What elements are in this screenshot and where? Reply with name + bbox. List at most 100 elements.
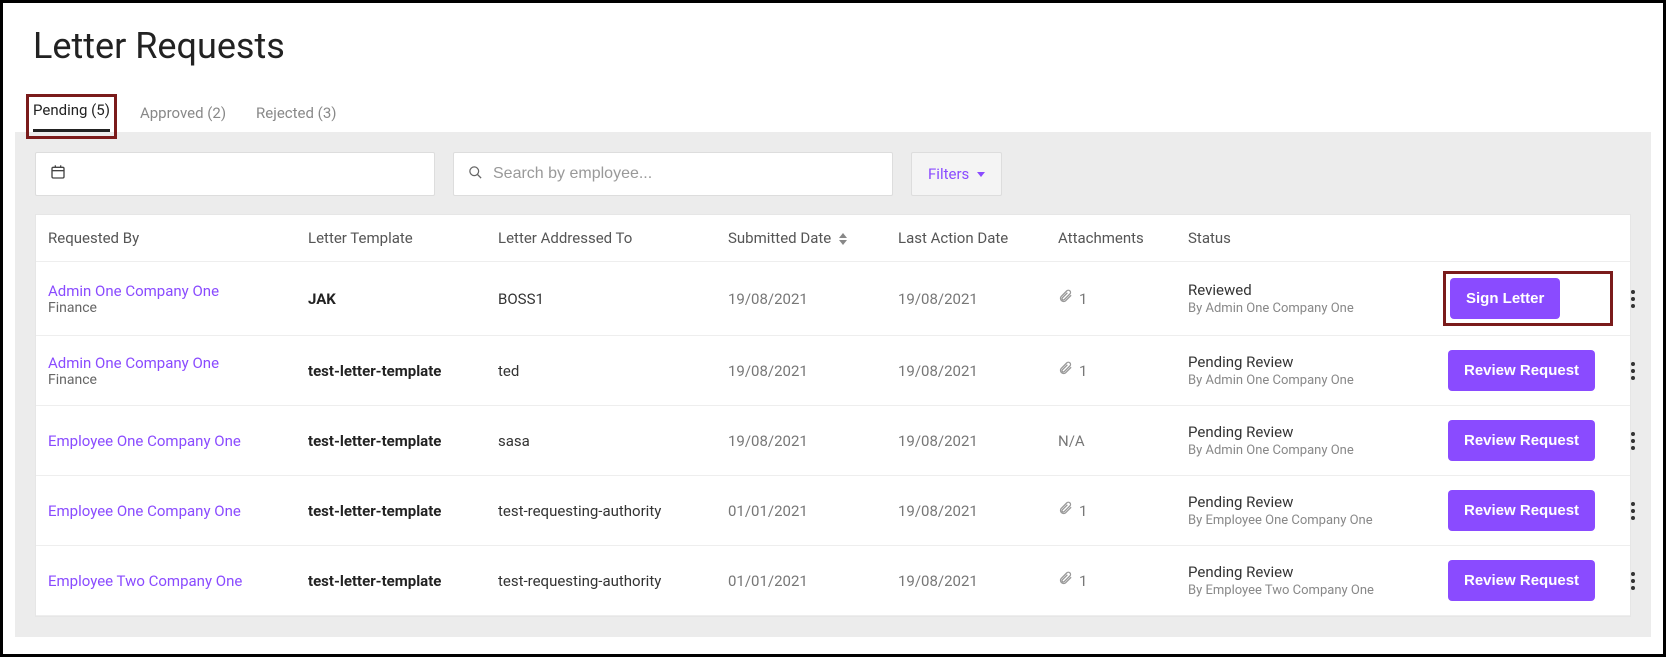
col-submitted-date[interactable]: Submitted Date	[728, 229, 898, 247]
search-input[interactable]	[493, 165, 878, 183]
col-requested-by[interactable]: Requested By	[48, 229, 308, 247]
filters-label: Filters	[928, 165, 969, 183]
requested-by-cell: Employee Two Company One	[48, 572, 308, 590]
last-action-cell: 19/08/2021	[898, 432, 1058, 450]
page-title: Letter Requests	[3, 3, 1663, 77]
tab-0[interactable]: Pending (5)	[33, 101, 110, 132]
toolbar: Filters	[35, 152, 1631, 196]
attachment-count: 1	[1079, 502, 1087, 520]
more-menu-button[interactable]	[1618, 356, 1648, 386]
calendar-icon	[50, 164, 66, 184]
more-cell	[1618, 566, 1658, 596]
action-cell: Review Request	[1448, 560, 1618, 601]
requested-by-cell: Admin One Company OneFinance	[48, 354, 308, 388]
review-request-button[interactable]: Review Request	[1448, 490, 1595, 531]
more-menu-button[interactable]	[1618, 284, 1648, 314]
action-cell: Review Request	[1448, 490, 1618, 531]
col-attachments[interactable]: Attachments	[1058, 229, 1188, 247]
requested-by-link[interactable]: Employee One Company One	[48, 432, 298, 450]
requested-by-cell: Employee One Company One	[48, 432, 308, 450]
col-last-action-date[interactable]: Last Action Date	[898, 229, 1058, 247]
date-filter[interactable]	[35, 152, 435, 196]
attachment-count: 1	[1079, 362, 1087, 380]
tab-2[interactable]: Rejected (3)	[256, 104, 336, 132]
action-wrap: Review Request	[1448, 560, 1608, 601]
toolbar-area: Filters Requested By Letter Template Let…	[15, 132, 1651, 637]
col-letter-template[interactable]: Letter Template	[308, 229, 498, 247]
requested-by-link[interactable]: Admin One Company One	[48, 282, 298, 300]
paperclip-icon	[1058, 501, 1073, 520]
action-cell: Review Request	[1448, 350, 1618, 391]
table-row: Admin One Company OneFinancetest-letter-…	[36, 336, 1630, 406]
submitted-date-cell: 01/01/2021	[728, 502, 898, 520]
table-row: Admin One Company OneFinanceJAKBOSS119/0…	[36, 262, 1630, 336]
status-cell: Pending Review By Employee One Company On…	[1188, 493, 1448, 528]
more-menu-button[interactable]	[1618, 496, 1648, 526]
addressed-to-cell: test-requesting-authority	[498, 572, 728, 590]
template-cell: test-letter-template	[308, 502, 498, 520]
addressed-to-cell: sasa	[498, 432, 728, 450]
status-sub: By Employee Two Company One	[1188, 583, 1438, 598]
requested-by-cell: Admin One Company OneFinance	[48, 282, 308, 316]
col-addressed-to[interactable]: Letter Addressed To	[498, 229, 728, 247]
template-cell: JAK	[308, 290, 498, 308]
review-request-button[interactable]: Review Request	[1448, 350, 1595, 391]
action-cell: Review Request	[1448, 420, 1618, 461]
action-wrap: Review Request	[1448, 350, 1608, 391]
col-status[interactable]: Status	[1188, 229, 1448, 247]
action-wrap: Review Request	[1448, 490, 1608, 531]
status-main: Reviewed	[1188, 281, 1438, 299]
attachments-cell: 1	[1058, 361, 1188, 380]
last-action-cell: 19/08/2021	[898, 290, 1058, 308]
action-wrap: Sign Letter	[1448, 276, 1608, 321]
requested-by-sub: Finance	[48, 300, 298, 316]
col-submitted-date-label: Submitted Date	[728, 229, 831, 247]
sort-icon	[839, 233, 847, 245]
requests-table: Requested By Letter Template Letter Addr…	[35, 214, 1631, 617]
requested-by-link[interactable]: Admin One Company One	[48, 354, 298, 372]
addressed-to-cell: ted	[498, 362, 728, 380]
paperclip-icon	[1058, 571, 1073, 590]
requested-by-cell: Employee One Company One	[48, 502, 308, 520]
requested-by-link[interactable]: Employee Two Company One	[48, 572, 298, 590]
table-row: Employee One Company One test-letter-temp…	[36, 406, 1630, 476]
requested-by-link[interactable]: Employee One Company One	[48, 502, 298, 520]
filters-button[interactable]: Filters	[911, 152, 1002, 196]
paperclip-icon	[1058, 361, 1073, 380]
status-main: Pending Review	[1188, 563, 1438, 581]
submitted-date-cell: 19/08/2021	[728, 290, 898, 308]
table-row: Employee Two Company One test-letter-temp…	[36, 546, 1630, 616]
status-sub: By Admin One Company One	[1188, 373, 1438, 388]
tab-1[interactable]: Approved (2)	[140, 104, 226, 132]
review-request-button[interactable]: Review Request	[1448, 420, 1595, 461]
status-cell: Reviewed By Admin One Company One	[1188, 281, 1448, 316]
status-main: Pending Review	[1188, 493, 1438, 511]
more-menu-button[interactable]	[1618, 566, 1648, 596]
submitted-date-cell: 01/01/2021	[728, 572, 898, 590]
search-icon	[468, 165, 483, 184]
submitted-date-cell: 19/08/2021	[728, 432, 898, 450]
template-cell: test-letter-template	[308, 572, 498, 590]
submitted-date-cell: 19/08/2021	[728, 362, 898, 380]
requested-by-sub: Finance	[48, 372, 298, 388]
status-sub: By Admin One Company One	[1188, 301, 1438, 316]
tabs: Pending (5) Approved (2) Rejected (3)	[3, 77, 1663, 132]
sign-letter-button[interactable]: Sign Letter	[1450, 278, 1560, 319]
attachments-cell: 1	[1058, 571, 1188, 590]
more-menu-button[interactable]	[1618, 426, 1648, 456]
more-cell	[1618, 356, 1658, 386]
status-sub: By Admin One Company One	[1188, 443, 1438, 458]
attachment-count: 1	[1079, 290, 1087, 308]
chevron-down-icon	[977, 172, 985, 177]
more-cell	[1618, 496, 1658, 526]
table-row: Employee One Company One test-letter-temp…	[36, 476, 1630, 546]
review-request-button[interactable]: Review Request	[1448, 560, 1595, 601]
app-frame: Letter Requests Pending (5) Approved (2) R…	[0, 0, 1666, 657]
status-cell: Pending Review By Employee Two Company On…	[1188, 563, 1448, 598]
last-action-cell: 19/08/2021	[898, 572, 1058, 590]
template-cell: test-letter-template	[308, 362, 498, 380]
action-wrap: Review Request	[1448, 420, 1608, 461]
search-box[interactable]	[453, 152, 893, 196]
template-cell: test-letter-template	[308, 432, 498, 450]
status-sub: By Employee One Company One	[1188, 513, 1438, 528]
